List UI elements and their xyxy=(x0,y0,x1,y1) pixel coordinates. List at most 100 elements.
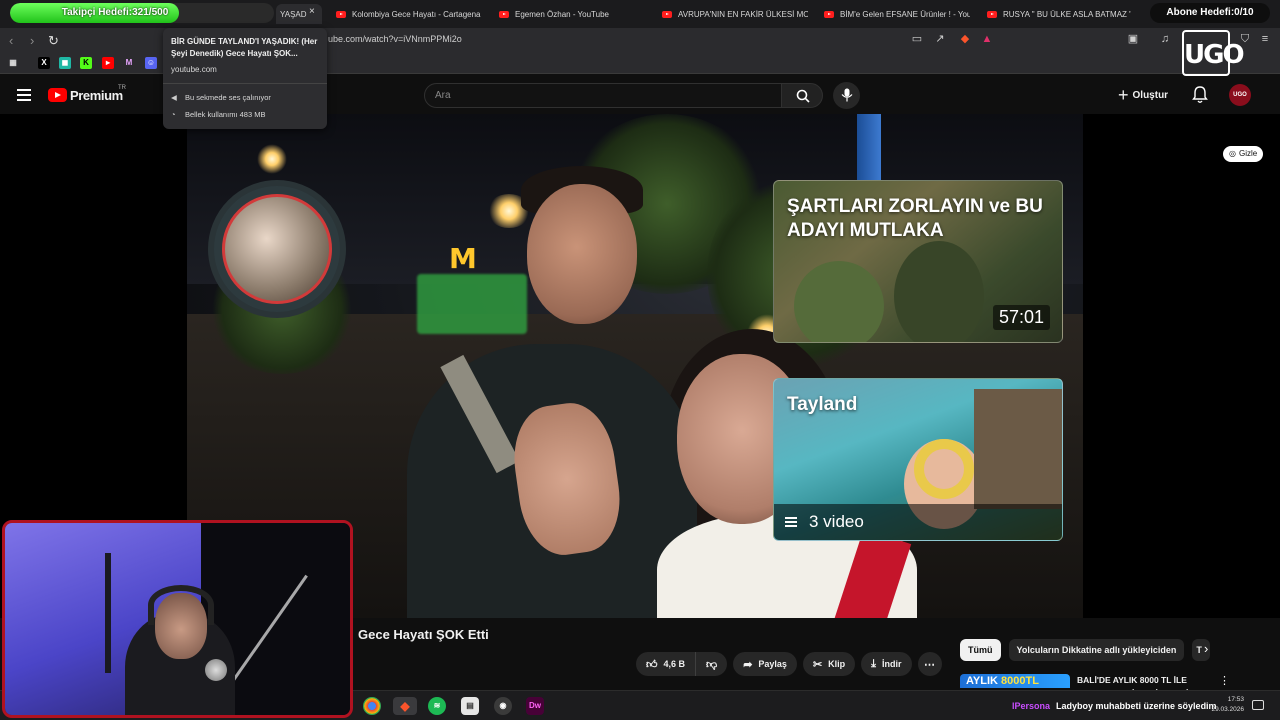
tab-egemen-ozhan[interactable]: Egemen Özhan - YouTube xyxy=(495,4,655,24)
x-bookmark-icon[interactable]: X xyxy=(38,57,50,69)
streamer-webcam xyxy=(2,520,353,718)
bookmark-green-icon[interactable]: ◼ xyxy=(59,57,71,69)
brave-shield-icon[interactable]: ◆ xyxy=(958,32,972,46)
share-button[interactable]: ➦ Paylaş xyxy=(733,652,797,676)
url-field[interactable]: ube.com/watch?v=iVNnmPPMi2o xyxy=(328,34,462,44)
clip-label: Klip xyxy=(828,659,846,669)
clip-button[interactable]: ✂ Klip xyxy=(802,652,856,676)
browser-tab-strip: Takipçi Hedefi:321/500 YAŞAD × Kolombiya… xyxy=(0,0,1280,28)
end-card-title: ŞARTLARI ZORLAYIN ve BU ADAYI MUTLAKA xyxy=(787,196,1043,241)
media-icon[interactable]: ♫ xyxy=(1158,32,1172,46)
share-page-icon[interactable]: ↗ xyxy=(933,32,947,46)
tab-rusya[interactable]: RUSYA " BU ÜLKE ASLA BATMAZ " M xyxy=(983,4,1131,24)
follower-goal-text: Takipçi Hedefi:321/500 xyxy=(61,7,169,18)
speaker-icon: ◀ xyxy=(171,93,177,102)
search-button[interactable] xyxy=(781,83,823,108)
channel-watermark[interactable] xyxy=(208,180,346,318)
recommendation-thumbnail[interactable]: AYLIK 8000TL xyxy=(960,674,1070,688)
youtube-favicon-icon xyxy=(336,10,346,18)
tab-label: RUSYA " BU ÜLKE ASLA BATMAZ " M xyxy=(1003,9,1131,19)
related-filter-chips: Tümü Yolcuların Dikkatine adlı yükleyici… xyxy=(960,639,1211,661)
like-count: 4,6 B xyxy=(663,659,686,669)
search-input[interactable] xyxy=(435,84,765,107)
forward-icon[interactable]: › xyxy=(30,33,34,48)
tab-avrupa[interactable]: AVRUPA'NIN EN FAKİR ÜLKESİ MOLD xyxy=(658,4,808,24)
tooltip-memory-row: ◔ Bellek kullanımı 483 MB xyxy=(171,110,265,119)
tab-search-icon[interactable]: ▣ xyxy=(1126,32,1140,46)
clock-date: 29.03.2026 xyxy=(1211,706,1244,713)
scissors-icon: ✂ xyxy=(812,658,823,671)
share-label: Paylaş xyxy=(758,659,787,669)
follower-goal-bar: Takipçi Hedefi:321/500 xyxy=(10,3,274,23)
mcdonalds-sign: M xyxy=(449,242,477,275)
end-screen-playlist-card[interactable]: Tayland 3 video xyxy=(773,378,1063,541)
thumbs-up-icon: 👍︎ xyxy=(646,658,658,671)
cast-icon[interactable]: ▭ xyxy=(910,32,924,46)
youtube-bookmark-icon[interactable]: ▸ xyxy=(102,57,114,69)
playlist-count-bar: 3 video xyxy=(774,504,1062,540)
bookmark-colorful-icon[interactable]: M xyxy=(123,57,135,69)
reload-icon[interactable]: ↻ xyxy=(48,33,59,49)
chip-uploader[interactable]: Yolcuların Dikkatine adlı yükleyiciden xyxy=(1008,639,1185,661)
youtube-favicon-icon xyxy=(987,10,997,18)
ticker-text: Ladyboy muhabbeti üzerine söyledim xyxy=(1056,701,1217,711)
tooltip-audio-text: Bu sekmede ses çalınıyor xyxy=(185,93,271,102)
search-icon xyxy=(796,89,810,103)
create-label: Oluştur xyxy=(1132,89,1169,101)
ticker-user: lPersona xyxy=(1012,701,1051,711)
hamburger-menu-icon[interactable] xyxy=(17,89,31,101)
create-button[interactable]: + Oluştur xyxy=(1118,86,1168,104)
files-taskbar-icon[interactable]: ▤ xyxy=(461,697,479,715)
tab-hover-tooltip: BİR GÜNDE TAYLAND'I YAŞADIK! (Her Şeyi D… xyxy=(163,28,327,129)
brave-taskbar-icon[interactable]: ◆ xyxy=(393,697,417,715)
search-box xyxy=(424,83,782,108)
notification-center-icon[interactable] xyxy=(1252,700,1264,710)
notifications-bell-icon[interactable] xyxy=(1192,86,1208,104)
microphone-icon xyxy=(841,88,853,102)
menu-icon[interactable]: ≡ xyxy=(1258,32,1272,46)
tab-close-icon[interactable]: × xyxy=(309,6,315,17)
country-code: TR xyxy=(118,85,126,91)
share-icon: ➦ xyxy=(743,658,753,671)
download-icon: ⤓ xyxy=(871,657,877,670)
tab-kolombiya[interactable]: Kolombiya Gece Hayatı - Cartagena xyxy=(332,4,492,24)
chevron-right-icon[interactable]: › xyxy=(1204,641,1208,656)
system-clock[interactable]: 17:53 29.03.2026 xyxy=(1200,695,1244,715)
memory-icon: ◔ xyxy=(171,110,176,119)
youtube-premium-wordmark[interactable]: Premium xyxy=(70,88,123,103)
tab-bim[interactable]: BİM'e Gelen EFSANE Ürünler ! - YouT xyxy=(820,4,970,24)
kick-bookmark-icon[interactable]: K xyxy=(80,57,92,69)
thumb-text: AYLIK xyxy=(966,675,1002,687)
account-avatar[interactable]: UGO xyxy=(1229,84,1251,106)
tab-label: AVRUPA'NIN EN FAKİR ÜLKESİ MOLD xyxy=(678,9,808,19)
dislike-button[interactable]: 👎︎ xyxy=(696,652,728,676)
clock-time: 17:53 xyxy=(1227,696,1244,703)
playlist-icon xyxy=(785,515,799,529)
obs-taskbar-icon[interactable]: ◉ xyxy=(494,697,512,715)
subscriber-goal: Abone Hedefi:0/10 xyxy=(1150,3,1270,23)
chrome-taskbar-icon[interactable] xyxy=(363,697,381,715)
back-icon[interactable]: ‹ xyxy=(9,33,13,48)
tooltip-memory-text: Bellek kullanımı 483 MB xyxy=(185,110,266,119)
playlist-count: 3 video xyxy=(809,512,864,531)
spotify-taskbar-icon[interactable]: ≋ xyxy=(428,697,446,715)
dreamweaver-taskbar-icon[interactable]: Dw xyxy=(526,697,544,715)
tab-active[interactable]: YAŞAD xyxy=(276,4,322,24)
brave-rewards-icon[interactable]: ▲ xyxy=(980,32,994,46)
download-button[interactable]: ⤓ İndir xyxy=(861,652,912,676)
voice-search-button[interactable] xyxy=(833,82,860,109)
end-screen-video-card[interactable]: ŞARTLARI ZORLAYIN ve BU ADAYI MUTLAKA 57… xyxy=(773,180,1063,343)
apps-grid-icon[interactable]: ▦ xyxy=(7,57,19,69)
recommendation-menu-icon[interactable]: ⋮ xyxy=(1219,674,1230,687)
discord-bookmark-icon[interactable]: ☺ xyxy=(145,57,157,69)
chat-ticker: lPersona Ladyboy muhabbeti üzerine söyled… xyxy=(1012,701,1217,711)
tooltip-domain: youtube.com xyxy=(171,65,217,74)
end-card-duration: 57:01 xyxy=(992,305,1050,330)
chip-all[interactable]: Tümü xyxy=(960,639,1001,661)
like-button[interactable]: 👍︎ 4,6 B xyxy=(636,652,697,676)
more-actions-button[interactable]: ⋯ xyxy=(917,652,942,676)
hide-cards-button[interactable]: ◎ Gizle xyxy=(1223,146,1264,162)
tab-label: Egemen Özhan - YouTube xyxy=(515,9,609,19)
youtube-logo-icon[interactable] xyxy=(48,88,67,102)
streamer-logo: UGO xyxy=(1182,30,1245,76)
